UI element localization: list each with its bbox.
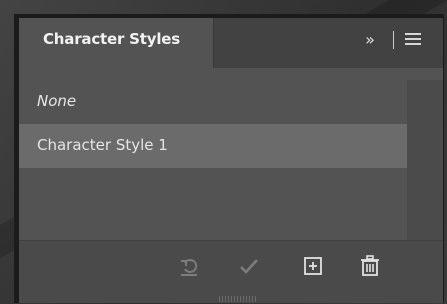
styles-list: None Character Style 1 bbox=[19, 68, 443, 258]
tab-character-styles[interactable]: Character Styles bbox=[19, 18, 214, 68]
new-style-button[interactable] bbox=[300, 253, 326, 279]
panel-tab-bar: Character Styles » bbox=[19, 18, 443, 68]
resize-grip[interactable] bbox=[219, 296, 257, 302]
tabbar-separator bbox=[393, 31, 394, 49]
trash-icon bbox=[361, 255, 379, 276]
list-scrollbar[interactable] bbox=[407, 80, 443, 250]
delete-style-button[interactable] bbox=[357, 253, 383, 279]
list-item-label: Character Style 1 bbox=[37, 136, 168, 154]
panel-title: Character Styles bbox=[43, 30, 180, 48]
clear-overrides-button[interactable] bbox=[177, 253, 203, 279]
new-style-icon bbox=[304, 257, 322, 275]
double-chevron-right-icon: » bbox=[365, 30, 375, 49]
redefine-style-button[interactable] bbox=[236, 253, 262, 279]
panel-menu-button[interactable] bbox=[405, 33, 421, 47]
list-item-label: None bbox=[37, 92, 77, 110]
panel-footer bbox=[19, 240, 443, 303]
character-styles-panel: Character Styles » None Character Style … bbox=[19, 18, 443, 303]
hamburger-menu-icon bbox=[405, 33, 421, 45]
list-item-none[interactable]: None bbox=[19, 80, 407, 124]
checkmark-icon bbox=[240, 259, 258, 274]
clear-override-icon bbox=[181, 259, 198, 276]
list-item-character-style-1[interactable]: Character Style 1 bbox=[19, 124, 407, 168]
collapse-panel-button[interactable]: » bbox=[360, 30, 380, 50]
